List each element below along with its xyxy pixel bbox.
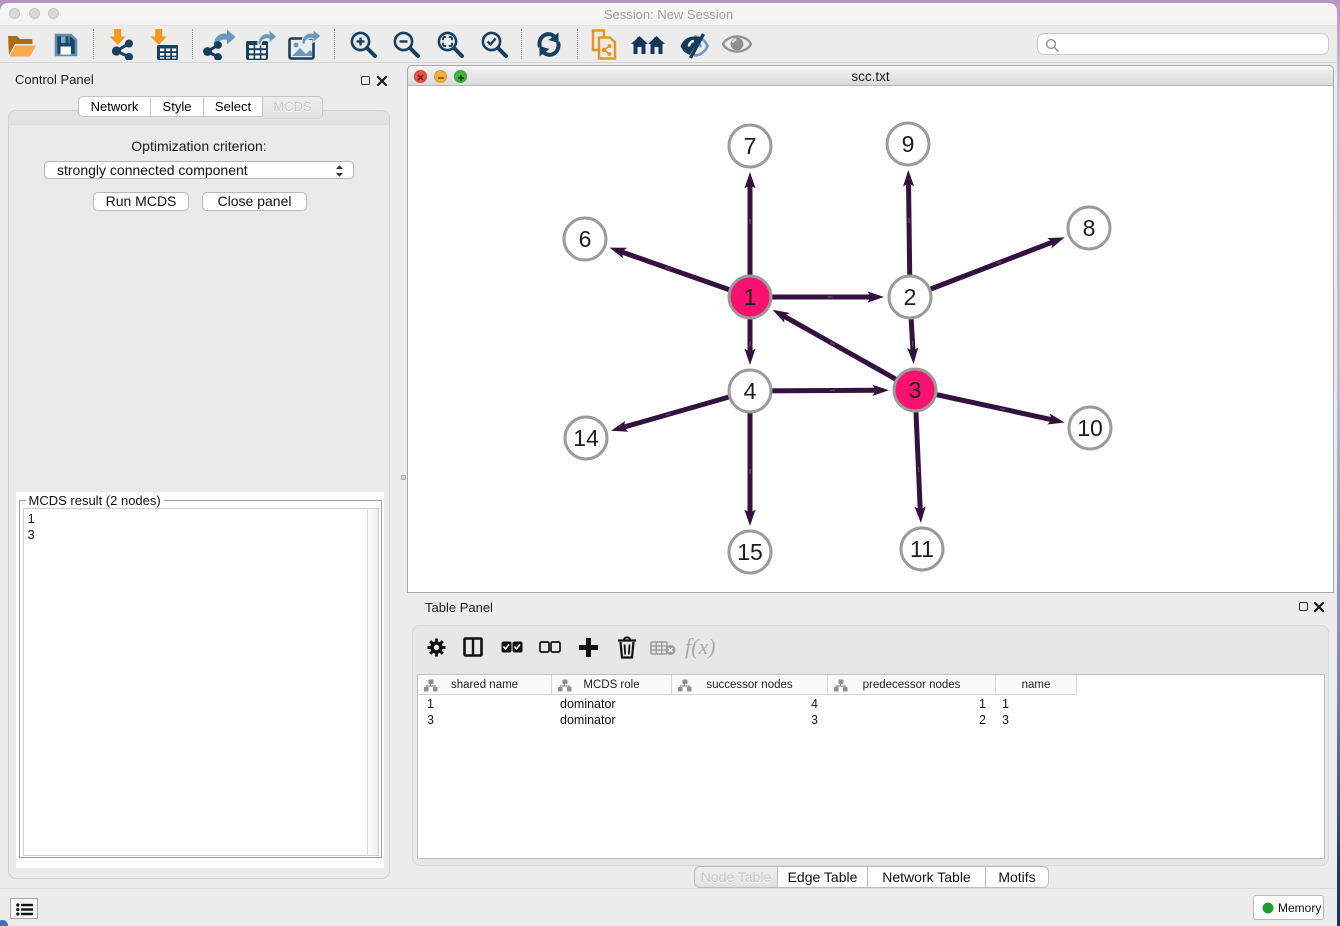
svg-text:8: 8: [1083, 215, 1096, 241]
svg-text:6: 6: [579, 226, 592, 252]
svg-text:4: 4: [744, 378, 757, 404]
svg-text:3: 3: [909, 377, 922, 403]
svg-text:2: 2: [904, 284, 917, 310]
svg-text:9: 9: [902, 131, 915, 157]
svg-text:1: 1: [744, 284, 757, 310]
svg-text:15: 15: [737, 539, 763, 565]
svg-text:7: 7: [744, 133, 757, 159]
svg-text:14: 14: [573, 425, 599, 451]
svg-text:10: 10: [1077, 415, 1103, 441]
svg-text:11: 11: [910, 536, 934, 562]
